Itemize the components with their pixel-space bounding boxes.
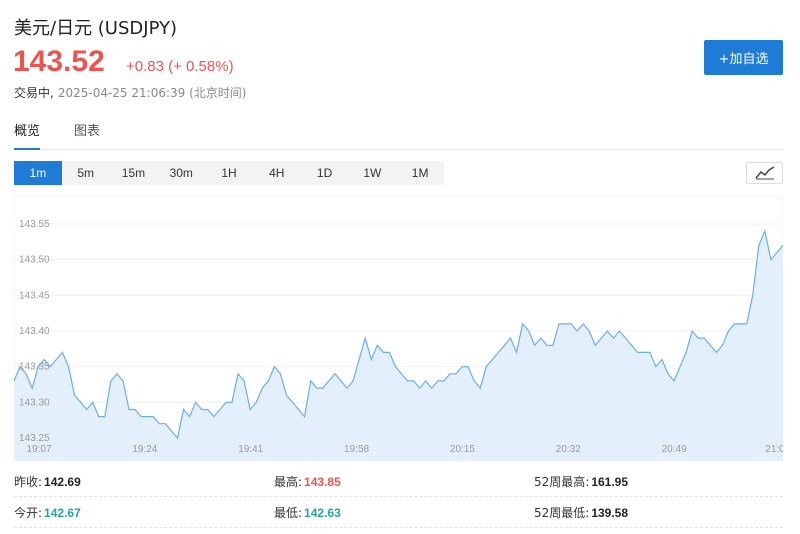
stat-52w-low: 52周最低: 139.58 [534, 506, 629, 520]
interval-30m[interactable]: 30m [157, 161, 205, 185]
stats-table: 昨收: 142.69 最高: 143.85 52周最高: 161.95 今开: 142.… [14, 466, 783, 528]
interval-5m[interactable]: 5m [62, 161, 110, 185]
stat-value: 142.67 [44, 506, 81, 520]
price-change: +0.83 (+ 0.58%) [126, 58, 234, 75]
price-chart-svg: 143.55 143.50 143.45 143.40 143.35 143.30 143.… [13, 195, 785, 462]
x-tick-label: 20:32 [556, 444, 581, 455]
x-tick-label: 21:0 [765, 444, 783, 455]
stat-value: 139.58 [591, 506, 629, 520]
stat-52w-high: 52周最高: 161.95 [534, 475, 629, 489]
stat-low: 最低: 142.63 [274, 506, 341, 520]
interval-1d[interactable]: 1D [301, 161, 349, 185]
stat-value: 142.69 [44, 475, 81, 489]
x-tick-label: 19:24 [132, 444, 157, 455]
status-text: 交易中, [14, 86, 54, 100]
stat-value: 142.63 [304, 506, 341, 520]
interval-1m[interactable]: 1m [14, 161, 62, 185]
y-tick-label: 143.55 [19, 219, 50, 230]
y-tick-label: 143.35 [19, 362, 50, 373]
tab-chart[interactable]: 图表 [74, 122, 100, 150]
x-tick-label: 19:41 [238, 444, 263, 455]
interval-1w[interactable]: 1W [348, 161, 396, 185]
stat-value: 143.85 [304, 475, 341, 489]
interval-selector: 1m 5m 15m 30m 1H 4H 1D 1W 1M [14, 161, 444, 185]
stats-row: 昨收: 142.69 最高: 143.85 52周最高: 161.95 [14, 466, 783, 497]
stat-open: 今开: 142.67 [14, 506, 81, 520]
x-tick-label: 19:58 [344, 444, 369, 455]
chart-type-toggle[interactable] [746, 162, 783, 184]
interval-1h[interactable]: 1H [205, 161, 253, 185]
stat-value: 161.95 [591, 475, 629, 489]
tab-overview[interactable]: 概览 [14, 122, 41, 150]
y-tick-label: 143.40 [19, 326, 50, 337]
interval-15m[interactable]: 15m [110, 161, 158, 185]
stat-high: 最高: 143.85 [274, 475, 341, 489]
tab-bar: 概览 图表 [14, 122, 783, 150]
line-chart-icon [754, 166, 774, 180]
interval-1mo[interactable]: 1M [396, 161, 444, 185]
price-chart: 143.55 143.50 143.45 143.40 143.35 143.30 143.… [13, 195, 785, 462]
interval-4h[interactable]: 4H [253, 161, 301, 185]
page-title: 美元/日元 (USDJPY) [14, 18, 178, 39]
y-tick-label: 143.30 [19, 397, 50, 408]
y-tick-label: 143.50 [19, 255, 50, 266]
timestamp: 2025-04-25 21:06:39 (北京时间) [57, 86, 247, 100]
trading-status: 交易中, 2025-04-25 21:06:39 (北京时间) [14, 84, 246, 101]
stats-row: 今开: 142.67 最低: 142.63 52周最低: 139.58 [14, 497, 783, 528]
current-price: 143.52 [13, 45, 105, 78]
x-tick-label: 20:49 [662, 444, 687, 455]
x-tick-label: 20:15 [450, 444, 475, 455]
y-tick-label: 143.25 [19, 433, 50, 444]
x-tick-label: 19:07 [26, 444, 51, 455]
stat-prev-close: 昨收: 142.69 [14, 475, 81, 489]
y-tick-label: 143.45 [19, 290, 50, 301]
add-to-watchlist-button[interactable]: +加自选 [704, 40, 783, 75]
